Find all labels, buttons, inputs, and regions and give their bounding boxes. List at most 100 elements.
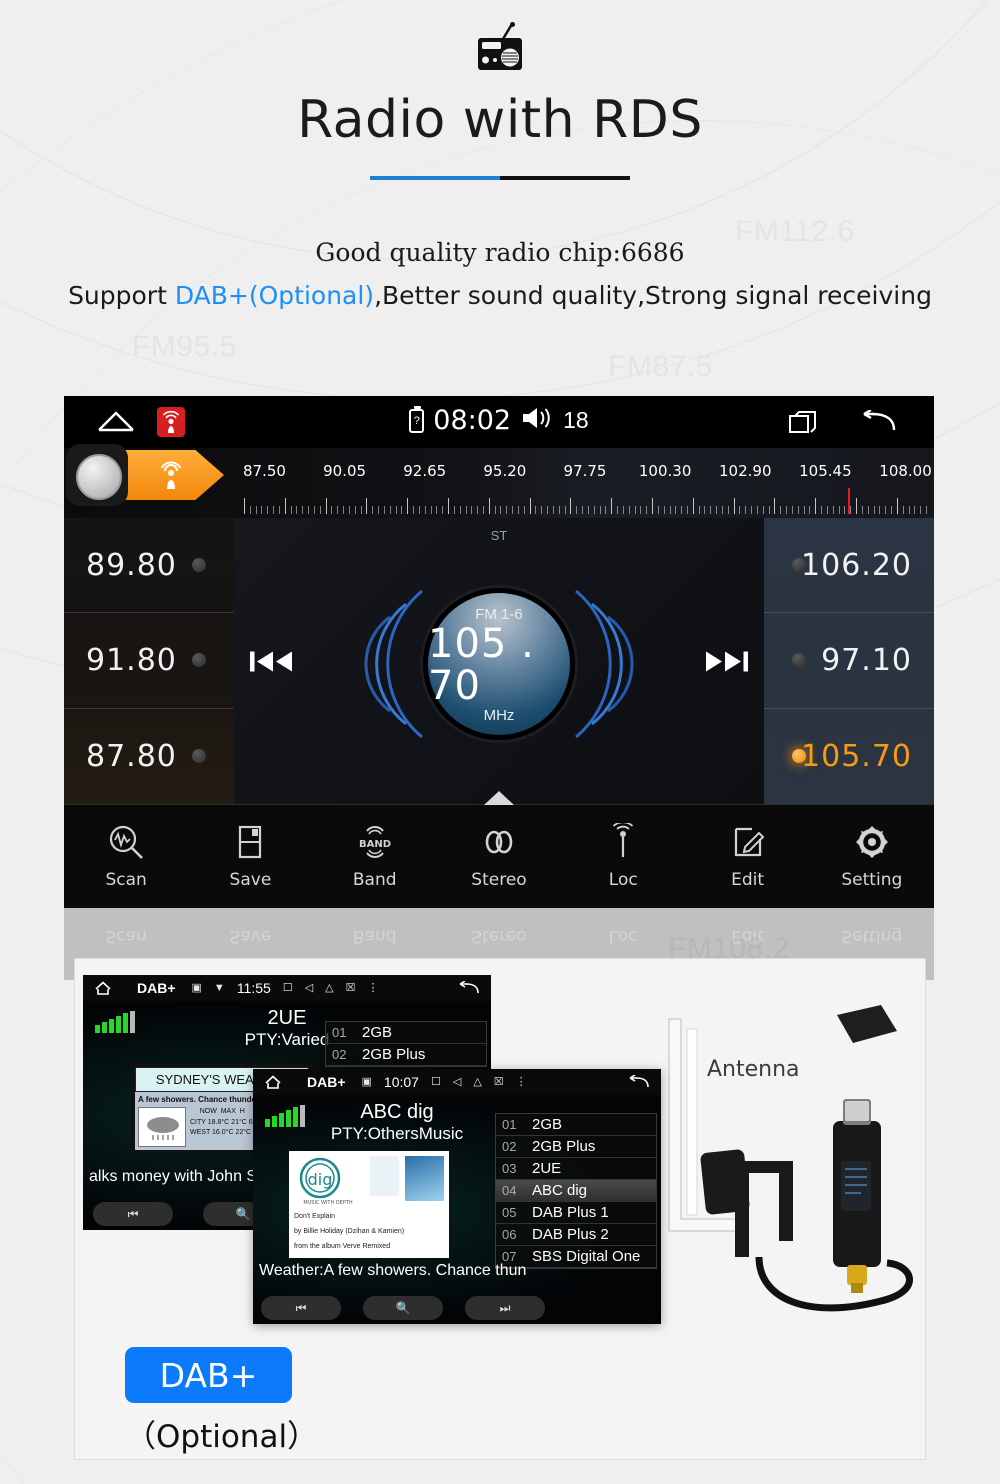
skip-next-icon[interactable]: ⏭ bbox=[465, 1296, 545, 1320]
skip-previous-icon[interactable]: ⏮ bbox=[93, 1202, 173, 1226]
skip-previous-icon[interactable] bbox=[248, 647, 294, 682]
volume-icon[interactable] bbox=[520, 405, 554, 436]
toolbar-scan-button[interactable]: Scan bbox=[64, 805, 188, 908]
station-index: 01 bbox=[332, 1025, 347, 1040]
preset-list-right: 106.20 97.10 105.70 bbox=[764, 518, 934, 804]
station-name: 2UE bbox=[532, 1160, 562, 1177]
station-list-item[interactable]: 05 DAB Plus 1 bbox=[496, 1202, 656, 1224]
station-name: 2GB bbox=[532, 1116, 563, 1133]
station-index: 02 bbox=[502, 1139, 517, 1154]
dab1-station-list[interactable]: 01 2GB 02 2GB Plus bbox=[325, 1021, 487, 1067]
station-list-item[interactable]: 02 2GB Plus bbox=[496, 1136, 656, 1158]
dial-unit: MHz bbox=[483, 706, 515, 724]
scale-ticks bbox=[244, 488, 927, 514]
scale-label: 95.20 bbox=[483, 462, 527, 480]
dab2-album: from the album Verve Remixed bbox=[294, 1242, 391, 1250]
preset-item[interactable]: 91.80 bbox=[64, 613, 234, 709]
station-index: 03 bbox=[502, 1161, 517, 1176]
radio-device-screen: ? 08:02 18 87.50 90.05 92.65 95.20 97.75… bbox=[64, 396, 934, 908]
radio-icon bbox=[472, 22, 528, 84]
toolbar-label: Loc bbox=[608, 870, 638, 890]
home-icon[interactable] bbox=[265, 1075, 281, 1089]
tuner-dial[interactable]: FM 1-6 105 . 70 MHz bbox=[423, 588, 575, 740]
back-arrow-icon[interactable] bbox=[459, 980, 479, 995]
station-list-item[interactable]: 02 2GB Plus bbox=[326, 1044, 486, 1066]
antenna-tower-icon bbox=[154, 458, 188, 492]
toolbar-loc-button[interactable]: Loc bbox=[561, 805, 685, 908]
station-name: 2GB bbox=[362, 1024, 393, 1041]
recent-apps-icon[interactable] bbox=[789, 411, 816, 433]
dab2-artist: by Billie Holiday (Dzihan & Kamien) bbox=[294, 1227, 405, 1235]
station-index: 04 bbox=[502, 1183, 517, 1198]
back-arrow-icon[interactable] bbox=[862, 408, 896, 434]
station-list-item[interactable]: 03 2UE bbox=[496, 1158, 656, 1180]
preset-frequency: 91.80 bbox=[86, 642, 177, 678]
toolbar-save-button[interactable]: Save bbox=[188, 805, 312, 908]
intro-highlight: DAB+(Optional) bbox=[174, 281, 375, 310]
signal-arcs-left bbox=[318, 569, 428, 759]
title-divider bbox=[370, 176, 630, 180]
toolbar-label: Setting bbox=[841, 926, 903, 946]
station-list-item[interactable]: 04 ABC dig bbox=[496, 1180, 656, 1202]
station-name: DAB Plus 1 bbox=[532, 1204, 609, 1221]
band-icon: BAND bbox=[356, 823, 394, 861]
page-root: FM112.6 FM95.5 FM87.5 FM108.2 Radio with… bbox=[0, 0, 1000, 1484]
scale-label: 90.05 bbox=[323, 462, 367, 480]
toolbar-label: Scan bbox=[105, 870, 147, 890]
frequency-scale[interactable]: 87.50 90.05 92.65 95.20 97.75 100.30 102.90 105… bbox=[64, 444, 934, 518]
preset-indicator-dot bbox=[192, 653, 206, 668]
weather-cloud-icon bbox=[138, 1107, 186, 1147]
station-index: 01 bbox=[502, 1117, 517, 1132]
volume-level: 18 bbox=[563, 407, 589, 433]
weather-table: NOW MAX H CITY 18.8°C 21°C 6 WEST 16.0°C… bbox=[190, 1108, 257, 1136]
tuner-knob[interactable] bbox=[66, 444, 128, 506]
toolbar-label: Save bbox=[229, 926, 272, 946]
toolbar-label: Stereo bbox=[471, 870, 527, 890]
preset-item[interactable]: 106.20 bbox=[764, 518, 934, 614]
toolbar-label: Band bbox=[352, 870, 397, 890]
intro-prefix: Support bbox=[68, 281, 175, 310]
tuning-marker bbox=[847, 488, 850, 514]
dab2-clock: 10:07 bbox=[383, 1074, 419, 1090]
svg-text:MUSIC WITH DEPTH: MUSIC WITH DEPTH bbox=[303, 1200, 353, 1206]
radio-toolbar: Scan Save BAND Band Stereo Loc Edit Setting bbox=[64, 804, 934, 908]
preset-item[interactable]: 105.70 bbox=[764, 709, 934, 804]
album-art bbox=[405, 1156, 444, 1201]
overflow-menu-icon[interactable]: ⋮ bbox=[516, 1076, 527, 1088]
skip-next-icon[interactable] bbox=[704, 647, 750, 682]
signal-arcs-right bbox=[570, 569, 680, 759]
image-icon: ▣ bbox=[361, 1075, 372, 1088]
dab2-station-list[interactable]: 01 2GB 02 2GB Plus 03 2UE 04 ABC dig 05 DAB Plus … bbox=[495, 1113, 657, 1269]
preset-item[interactable]: 87.80 bbox=[64, 709, 234, 804]
scale-label-row: 87.50 90.05 92.65 95.20 97.75 100.30 102.90 105… bbox=[243, 462, 932, 484]
overflow-menu-icon[interactable]: ⋮ bbox=[368, 982, 379, 994]
svg-text:BAND: BAND bbox=[359, 839, 391, 850]
skip-previous-icon[interactable]: ⏮ bbox=[261, 1296, 341, 1320]
preset-item[interactable]: 97.10 bbox=[764, 613, 934, 709]
close-app-icon: ☒ bbox=[493, 1075, 504, 1088]
battery-unknown-icon: ? bbox=[409, 405, 425, 433]
toolbar-band-button[interactable]: BAND Band bbox=[313, 805, 437, 908]
scale-label: 102.90 bbox=[719, 462, 772, 480]
gear-icon bbox=[853, 823, 891, 861]
eject-icon: △ bbox=[325, 981, 334, 994]
preset-list-left: 89.80 91.80 87.80 bbox=[64, 518, 234, 804]
home-icon[interactable] bbox=[95, 981, 111, 995]
search-icon[interactable]: 🔍 bbox=[363, 1296, 443, 1320]
dab1-title: DAB+ bbox=[137, 980, 176, 996]
toolbar-label: Save bbox=[229, 870, 272, 890]
radio-main-body: 89.80 91.80 87.80 ST FM 1-6 105 . 70 MHz… bbox=[64, 518, 934, 805]
toolbar-stereo-button[interactable]: Stereo bbox=[437, 805, 561, 908]
preset-frequency: 105.70 bbox=[801, 738, 912, 774]
mute-icon: ◁ bbox=[452, 1075, 462, 1088]
station-list-item[interactable]: 01 2GB bbox=[326, 1022, 486, 1044]
station-list-item[interactable]: 01 2GB bbox=[496, 1114, 656, 1136]
preset-item[interactable]: 89.80 bbox=[64, 518, 234, 614]
back-arrow-icon[interactable] bbox=[629, 1074, 649, 1089]
toolbar-edit-button[interactable]: Edit bbox=[685, 805, 809, 908]
dab2-ticker: Weather:A few showers. Chance thun bbox=[259, 1262, 527, 1279]
stereo-indicator: ST bbox=[490, 528, 508, 543]
toolbar-setting-button[interactable]: Setting bbox=[810, 805, 934, 908]
station-list-item[interactable]: 06 DAB Plus 2 bbox=[496, 1224, 656, 1246]
station-index: 05 bbox=[502, 1205, 517, 1220]
